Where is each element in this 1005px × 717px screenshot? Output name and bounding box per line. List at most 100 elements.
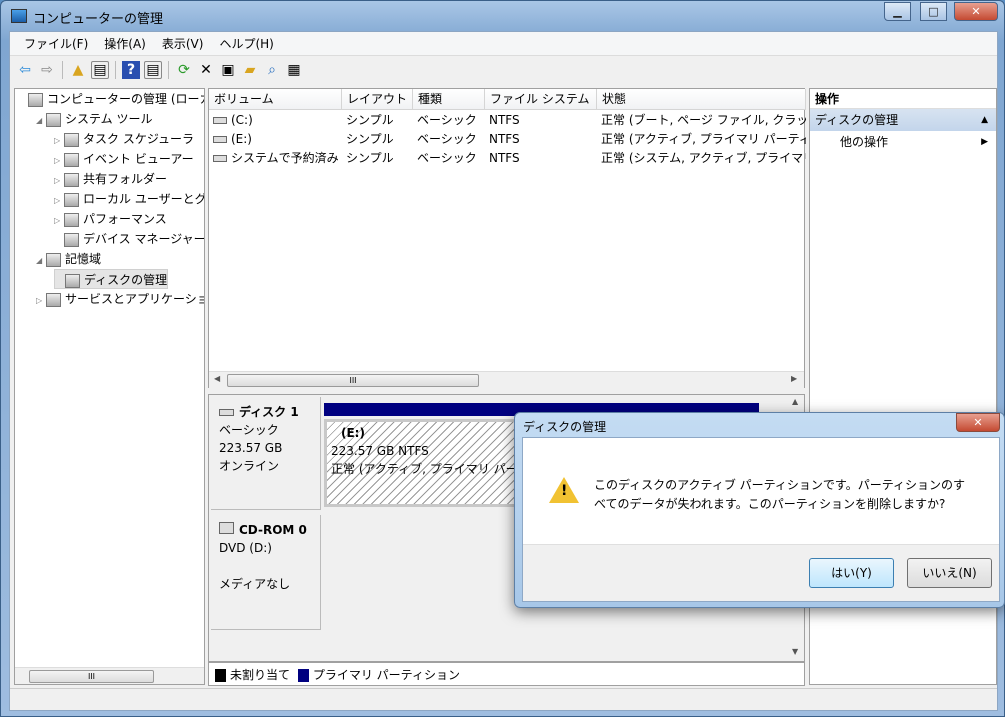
- table-cell: (C:): [213, 111, 342, 130]
- scrollbar-thumb[interactable]: III: [29, 670, 154, 683]
- node-icon: [64, 232, 79, 247]
- column-header-volume[interactable]: ボリューム: [209, 89, 342, 110]
- tree-item[interactable]: ▷ ローカル ユーザーとグループ: [54, 189, 205, 211]
- up-folder-icon[interactable]: ▲: [69, 61, 87, 79]
- menu-action[interactable]: 操作(A): [96, 35, 154, 52]
- search-icon[interactable]: ⌕: [263, 61, 281, 79]
- node-icon: [46, 292, 61, 307]
- tree-item[interactable]: ◢ 記憶域: [36, 249, 101, 269]
- menu-help[interactable]: ヘルプ(H): [211, 35, 281, 52]
- tree-item[interactable]: デバイス マネージャー: [54, 229, 205, 249]
- navigation-tree: コンピューターの管理 (ローカル)◢システム ツール▷タスク スケジューラ▷イベ…: [14, 88, 205, 685]
- tree-item[interactable]: ▷ サービスとアプリケーション: [36, 289, 204, 311]
- disk-name: CD-ROM 0: [239, 523, 307, 537]
- dialog-title: ディスクの管理: [523, 420, 607, 434]
- minimize-button[interactable]: ▁: [884, 2, 911, 21]
- maximize-button[interactable]: □: [920, 2, 947, 21]
- node-icon: [46, 252, 61, 267]
- table-cell: システムで予約済み: [213, 149, 342, 168]
- node-icon: [64, 172, 79, 187]
- toolbar-separator: [115, 61, 116, 79]
- horizontal-scrollbar[interactable]: ◀ III ▶: [209, 371, 804, 388]
- expander-icon[interactable]: ▷: [36, 291, 46, 311]
- cdrom-0-label[interactable]: CD-ROM 0 DVD (D:) メディアなし: [211, 515, 321, 630]
- volume-icon: [213, 136, 227, 143]
- submenu-arrow-icon: ▶: [981, 137, 988, 147]
- tree-item[interactable]: ディスクの管理: [54, 269, 169, 289]
- back-icon[interactable]: ⇦: [16, 61, 34, 79]
- volume-list: ボリューム レイアウト 種類 ファイル システム 状態 (C:) シンプル ベーシッ…: [208, 88, 806, 388]
- disk-size: 223.57 GB: [219, 441, 283, 455]
- tree-item-label: 共有フォルダー: [83, 172, 168, 186]
- disk-status: オンライン: [219, 459, 280, 473]
- expander-icon[interactable]: ◢: [36, 111, 46, 131]
- dialog-message: このディスクのアクティブ パーティションです。パーティションのす べてのデータが…: [594, 476, 965, 514]
- scrollbar-thumb[interactable]: III: [227, 374, 479, 387]
- tree-item-label: イベント ビューアー: [83, 152, 194, 166]
- tree-item-label: パフォーマンス: [83, 212, 167, 226]
- table-cell: NTFS: [489, 151, 520, 165]
- table-cell: 正常 (ブート, ページ ファイル, クラッシュ ダンプ: [601, 113, 806, 127]
- dialog-body: ! このディスクのアクティブ パーティションです。パーティションのす べてのデー…: [522, 437, 1000, 602]
- disk-1-label[interactable]: ディスク 1 ベーシック 223.57 GB オンライン: [211, 397, 321, 510]
- client-area: ファイル(F) 操作(A) 表示(V) ヘルプ(H) ⇦ ⇨ ▲ ▤ ? ▤ ⟳…: [9, 31, 998, 711]
- column-header-filesystem[interactable]: ファイル システム: [485, 89, 597, 110]
- confirm-delete-dialog: ディスクの管理 ✕ ! このディスクのアクティブ パーティションです。パーティシ…: [514, 412, 1005, 608]
- hard-disk-icon: [219, 409, 234, 416]
- dialog-footer: はい(Y) いいえ(N): [523, 544, 999, 601]
- expander-icon[interactable]: ▷: [54, 191, 64, 211]
- tree-item[interactable]: ▷ イベント ビューアー: [54, 149, 194, 169]
- tree-item[interactable]: ▷ タスク スケジューラ: [54, 129, 194, 149]
- tree-horizontal-scrollbar[interactable]: III: [15, 667, 204, 684]
- table-cell: シンプル: [346, 132, 394, 146]
- no-button[interactable]: いいえ(N): [907, 558, 992, 588]
- tree-item-label: ローカル ユーザーとグループ: [83, 192, 205, 206]
- section-label: ディスクの管理: [815, 113, 899, 127]
- table-cell: (E:): [213, 130, 342, 149]
- toolbar: ⇦ ⇨ ▲ ▤ ? ▤ ⟳ ✕ ▣ ▰ ⌕ ▦: [10, 57, 997, 83]
- refresh-icon[interactable]: ⟳: [175, 61, 193, 79]
- tree-item-label: ディスクの管理: [84, 273, 168, 287]
- expander-icon[interactable]: ◢: [36, 251, 46, 271]
- tree-item[interactable]: ◢ システム ツール: [36, 109, 152, 129]
- tree-item-label: システム ツール: [65, 112, 153, 126]
- actions-section-disk-management[interactable]: ディスクの管理 ▲: [810, 109, 996, 131]
- volume-icon: [213, 117, 227, 124]
- legend: 未割り当て プライマリ パーティション: [208, 662, 805, 686]
- expander-icon[interactable]: ▷: [54, 151, 64, 171]
- tree-item[interactable]: ▷ 共有フォルダー: [54, 169, 167, 189]
- show-hide-action-pane-icon[interactable]: ▤: [144, 61, 162, 79]
- tree-item[interactable]: コンピューターの管理 (ローカル): [18, 89, 204, 109]
- column-header-layout[interactable]: レイアウト: [342, 89, 413, 110]
- node-icon: [64, 192, 79, 207]
- legend-primary-partition: プライマリ パーティション: [312, 668, 460, 682]
- disk-type: DVD (D:): [219, 541, 272, 555]
- open-folder-icon[interactable]: ▰: [241, 61, 259, 79]
- show-hide-tree-icon[interactable]: ▤: [91, 61, 109, 79]
- dialog-close-button[interactable]: ✕: [956, 413, 1000, 432]
- settings-icon[interactable]: ▦: [285, 61, 303, 79]
- help-icon[interactable]: ?: [122, 61, 140, 79]
- action-label: 他の操作: [840, 135, 889, 149]
- message-line: このディスクのアクティブ パーティションです。パーティションのす: [594, 478, 966, 492]
- tree-item[interactable]: ▷ パフォーマンス: [54, 209, 167, 229]
- menu-file[interactable]: ファイル(F): [16, 35, 96, 52]
- delete-icon[interactable]: ✕: [197, 61, 215, 79]
- expander-icon[interactable]: ▷: [54, 131, 64, 151]
- cd-drive-icon: [219, 522, 234, 534]
- node-icon: [65, 273, 80, 288]
- forward-icon[interactable]: ⇨: [38, 61, 56, 79]
- action-more-actions[interactable]: 他の操作 ▶: [810, 131, 996, 153]
- yes-button[interactable]: はい(Y): [809, 558, 894, 588]
- menu-view[interactable]: 表示(V): [154, 35, 212, 52]
- properties-icon[interactable]: ▣: [219, 61, 237, 79]
- disk-status: メディアなし: [219, 577, 291, 591]
- column-header-status[interactable]: 状態: [597, 89, 806, 110]
- expander-icon[interactable]: ▷: [54, 171, 64, 191]
- close-button[interactable]: ✕: [954, 2, 998, 21]
- tree-item-label: デバイス マネージャー: [83, 232, 205, 246]
- volume-name: システムで予約済み: [231, 151, 339, 165]
- expander-icon[interactable]: ▷: [54, 211, 64, 231]
- disk-name: ディスク 1: [239, 405, 299, 419]
- column-header-type[interactable]: 種類: [413, 89, 485, 110]
